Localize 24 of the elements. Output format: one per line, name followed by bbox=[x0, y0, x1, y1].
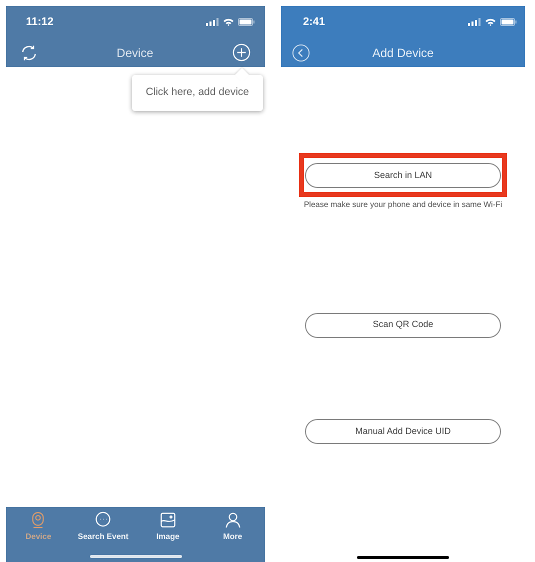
chat-bubble-icon bbox=[94, 511, 112, 529]
wifi-icon bbox=[223, 18, 234, 26]
image-icon bbox=[158, 511, 177, 529]
tab-item[interactable]: Search Event bbox=[73, 511, 134, 543]
battery-icon bbox=[238, 18, 255, 26]
tab-item[interactable]: Image bbox=[138, 511, 198, 543]
screen-title: Add Device bbox=[371, 44, 435, 62]
tab-item[interactable]: More bbox=[202, 511, 263, 543]
person-icon bbox=[224, 511, 242, 529]
hint-text: Please make sure your phone and device in same Wi-Fi bbox=[304, 199, 502, 212]
refresh-icon[interactable] bbox=[20, 44, 38, 62]
back-icon[interactable] bbox=[292, 44, 310, 62]
status-time: 11:12 bbox=[26, 14, 54, 30]
wifi-icon bbox=[485, 18, 496, 26]
option-button[interactable]: Search in LAN bbox=[305, 163, 501, 188]
signal-icon bbox=[206, 18, 219, 26]
status-time: 2:41 bbox=[303, 14, 326, 30]
signal-icon bbox=[468, 18, 481, 26]
screen-title: Device bbox=[116, 44, 154, 62]
add-circle-icon[interactable] bbox=[232, 43, 251, 62]
tooltip-text: Click here, add device bbox=[146, 85, 249, 100]
option-button[interactable]: Manual Add Device UID bbox=[305, 418, 501, 444]
option-button[interactable]: Scan QR Code bbox=[305, 312, 501, 338]
battery-icon bbox=[500, 18, 517, 26]
